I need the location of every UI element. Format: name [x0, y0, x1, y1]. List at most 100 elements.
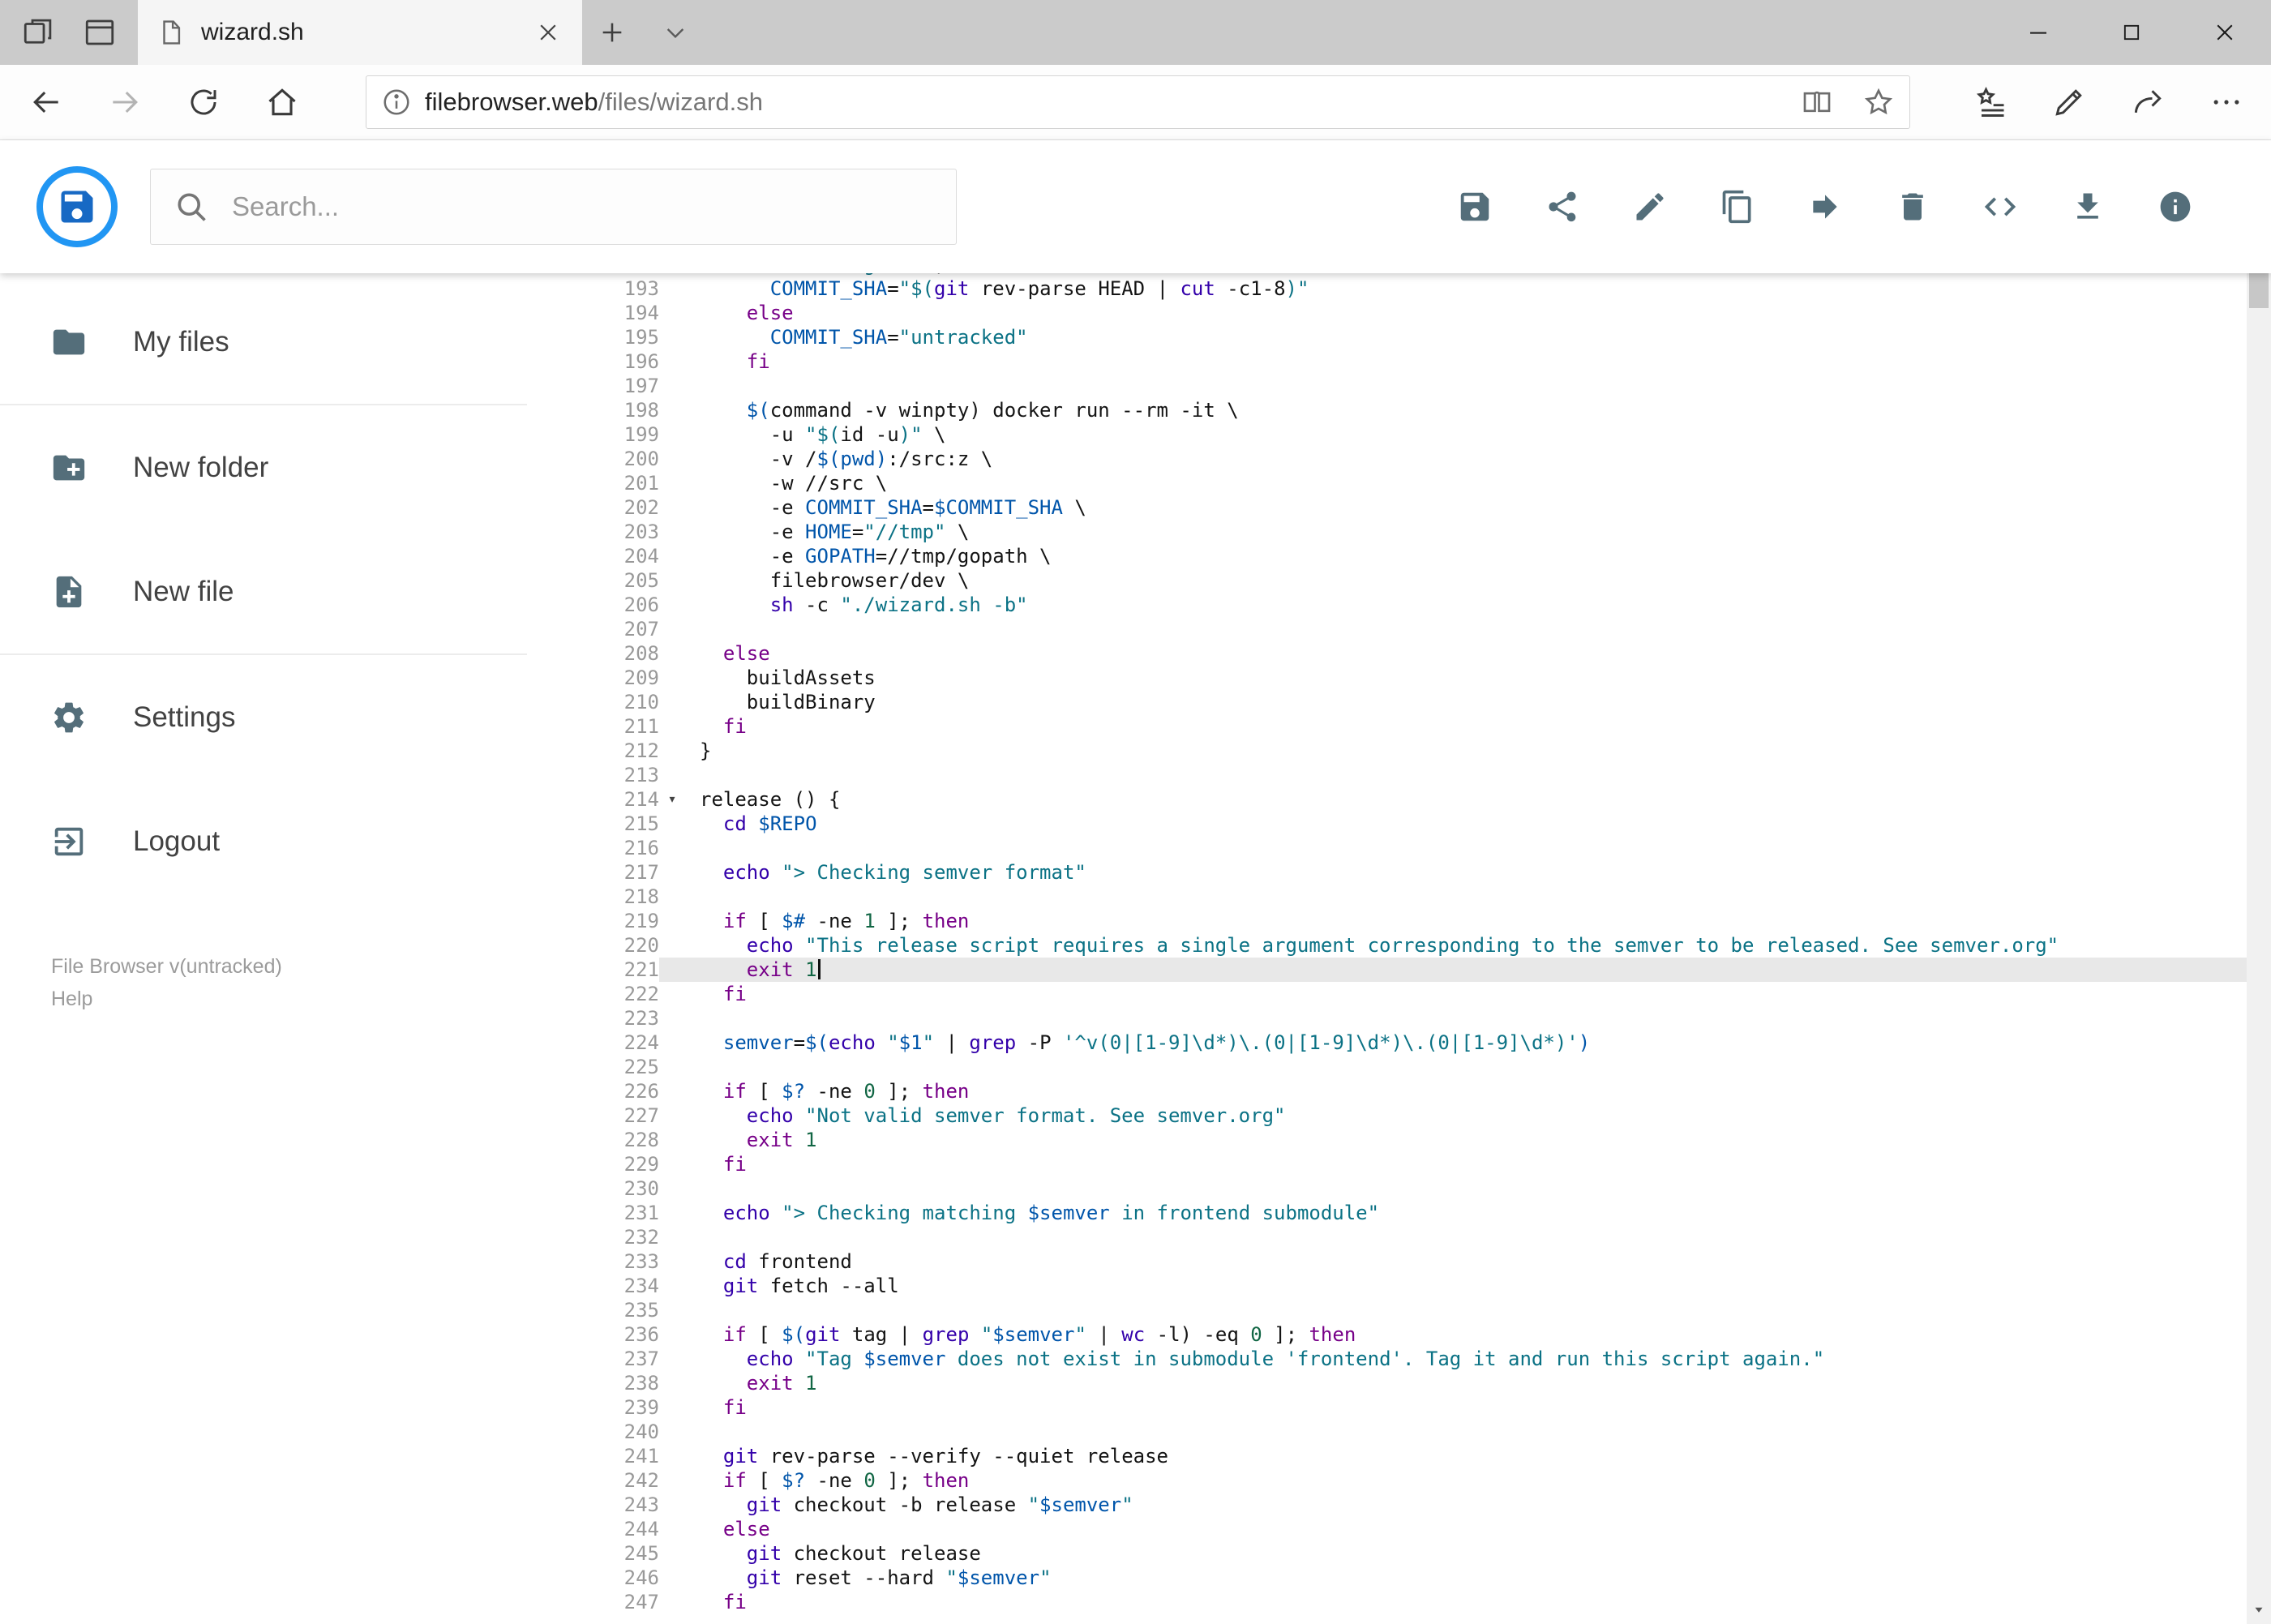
download-button[interactable]	[2069, 188, 2106, 225]
code-line[interactable]: 228 exit 1	[527, 1128, 2247, 1152]
reading-view-icon[interactable]	[1801, 86, 1833, 118]
tab-preview-icon[interactable]	[83, 15, 117, 49]
code-line[interactable]: 211 fi	[527, 714, 2247, 739]
code-line[interactable]: 246 git reset --hard "$semver"	[527, 1566, 2247, 1590]
share-button[interactable]	[1544, 188, 1581, 225]
sidebar-item-new-file[interactable]: New file	[0, 529, 527, 655]
sidebar-item-logout[interactable]: Logout	[0, 779, 527, 903]
code-line[interactable]: 196 fi	[527, 349, 2247, 374]
code-line[interactable]: 242 if [ $? -ne 0 ]; then	[527, 1468, 2247, 1493]
page-scrollbar[interactable]	[2247, 140, 2271, 1624]
code-line[interactable]: 209 buildAssets	[527, 666, 2247, 690]
code-line[interactable]: 234 git fetch --all	[527, 1274, 2247, 1298]
code-line[interactable]: 245 git checkout release	[527, 1541, 2247, 1566]
filebrowser-logo[interactable]	[36, 166, 118, 247]
code-line[interactable]: 212}	[527, 739, 2247, 763]
code-line[interactable]: 195 COMMIT_SHA="untracked"	[527, 325, 2247, 349]
code-line[interactable]: 226 if [ $? -ne 0 ]; then	[527, 1079, 2247, 1103]
tab-preview-chevron-icon[interactable]	[642, 0, 709, 65]
sidebar-item-settings[interactable]: Settings	[0, 655, 527, 779]
code-editor[interactable]: 192 if [ -d ".git" ]; then193 COMMIT_SHA…	[527, 273, 2247, 1624]
code-line[interactable]: 215 cd $REPO	[527, 812, 2247, 836]
close-window-button[interactable]	[2178, 0, 2271, 65]
code-line[interactable]: 233 cd frontend	[527, 1249, 2247, 1274]
code-line[interactable]: 197	[527, 374, 2247, 398]
copy-button[interactable]	[1719, 188, 1756, 225]
move-button[interactable]	[1806, 188, 1844, 225]
code-line[interactable]: 224 semver=$(echo "$1" | grep -P '^v(0|[…	[527, 1031, 2247, 1055]
code-line[interactable]: 207	[527, 617, 2247, 641]
code-line[interactable]: 219 if [ $# -ne 1 ]; then	[527, 909, 2247, 933]
code-line[interactable]: 223	[527, 1006, 2247, 1031]
raw-code-button[interactable]	[1982, 188, 2019, 225]
code-line[interactable]: 208 else	[527, 641, 2247, 666]
code-line[interactable]: 229 fi	[527, 1152, 2247, 1176]
rename-button[interactable]	[1631, 188, 1669, 225]
save-button[interactable]	[1456, 188, 1493, 225]
forward-button[interactable]	[85, 65, 164, 139]
code-line[interactable]: 236 if [ $(git tag | grep "$semver" | wc…	[527, 1322, 2247, 1347]
site-info-icon[interactable]	[381, 87, 412, 118]
code-line[interactable]: 206 sh -c "./wizard.sh -b"	[527, 593, 2247, 617]
help-link[interactable]: Help	[51, 983, 527, 1015]
set-tabs-aside-icon[interactable]	[21, 15, 55, 49]
code-line[interactable]: 244 else	[527, 1517, 2247, 1541]
tab-close-icon[interactable]	[533, 18, 563, 47]
code-line[interactable]: 241 git rev-parse --verify --quiet relea…	[527, 1444, 2247, 1468]
code-line[interactable]: 221 exit 1	[527, 958, 2247, 982]
code-line[interactable]: 227 echo "Not valid semver format. See s…	[527, 1103, 2247, 1128]
minimize-button[interactable]	[1991, 0, 2085, 65]
browser-tab[interactable]: wizard.sh	[138, 0, 582, 65]
code-line[interactable]: 198 $(command -v winpty) docker run --rm…	[527, 398, 2247, 422]
sidebar-item-my-files[interactable]: My files	[0, 280, 527, 405]
refresh-button[interactable]	[164, 65, 242, 139]
hub-icon[interactable]	[1951, 65, 2029, 139]
code-line[interactable]: 205 filebrowser/dev \	[527, 568, 2247, 593]
code-line[interactable]: 216	[527, 836, 2247, 860]
code-line[interactable]: 199 -u "$(id -u)" \	[527, 422, 2247, 447]
scroll-down-icon[interactable]	[2247, 1595, 2271, 1624]
code-line[interactable]: 203 -e HOME="//tmp" \	[527, 520, 2247, 544]
code-line[interactable]: 225	[527, 1055, 2247, 1079]
web-notes-icon[interactable]	[2029, 65, 2108, 139]
new-tab-button[interactable]	[582, 0, 642, 65]
sidebar-item-new-folder[interactable]: New folder	[0, 405, 527, 529]
code-line[interactable]: 214 ▾ release () {	[527, 787, 2247, 812]
code-line[interactable]: 201 -w //src \	[527, 471, 2247, 495]
code-line[interactable]: 232	[527, 1225, 2247, 1249]
maximize-button[interactable]	[2085, 0, 2178, 65]
code-line[interactable]: 213	[527, 763, 2247, 787]
code-line[interactable]: 194 else	[527, 301, 2247, 325]
code-line[interactable]: 239 fi	[527, 1395, 2247, 1420]
code-line[interactable]: 240	[527, 1420, 2247, 1444]
code-line[interactable]: 222 fi	[527, 982, 2247, 1006]
code-line[interactable]: 193 COMMIT_SHA="$(git rev-parse HEAD | c…	[527, 276, 2247, 301]
search-input[interactable]	[230, 191, 933, 223]
info-button[interactable]	[2157, 188, 2194, 225]
code-line[interactable]: 231 echo "> Checking matching $semver in…	[527, 1201, 2247, 1225]
code-line[interactable]: 243 git checkout -b release "$semver"	[527, 1493, 2247, 1517]
code-line[interactable]: 200 -v /$(pwd):/src:z \	[527, 447, 2247, 471]
address-bar[interactable]: filebrowser.web/files/wizard.sh	[366, 75, 1910, 129]
code-line[interactable]: 210 buildBinary	[527, 690, 2247, 714]
code-line[interactable]: 230	[527, 1176, 2247, 1201]
code-line[interactable]: 218	[527, 885, 2247, 909]
code-line[interactable]: 247 fi	[527, 1590, 2247, 1614]
search-box[interactable]	[150, 169, 957, 245]
code-line[interactable]: 238 exit 1	[527, 1371, 2247, 1395]
code-line[interactable]: 202 -e COMMIT_SHA=$COMMIT_SHA \	[527, 495, 2247, 520]
home-button[interactable]	[242, 65, 321, 139]
favorite-star-icon[interactable]	[1862, 86, 1895, 118]
code-line[interactable]: 204 -e GOPATH=//tmp/gopath \	[527, 544, 2247, 568]
fold-marker-icon[interactable]: ▾	[659, 787, 685, 812]
fold-gutter	[659, 933, 685, 958]
share-icon[interactable]	[2108, 65, 2187, 139]
back-button[interactable]	[6, 65, 85, 139]
delete-button[interactable]	[1894, 188, 1931, 225]
code-line[interactable]: 235	[527, 1298, 2247, 1322]
code-line[interactable]: 220 echo "This release script requires a…	[527, 933, 2247, 958]
code-line[interactable]: 217 echo "> Checking semver format"	[527, 860, 2247, 885]
code-line[interactable]: 237 echo "Tag $semver does not exist in …	[527, 1347, 2247, 1371]
more-icon[interactable]	[2187, 65, 2265, 139]
sidebar-footer: File Browser v(untracked) Help	[0, 950, 527, 1015]
